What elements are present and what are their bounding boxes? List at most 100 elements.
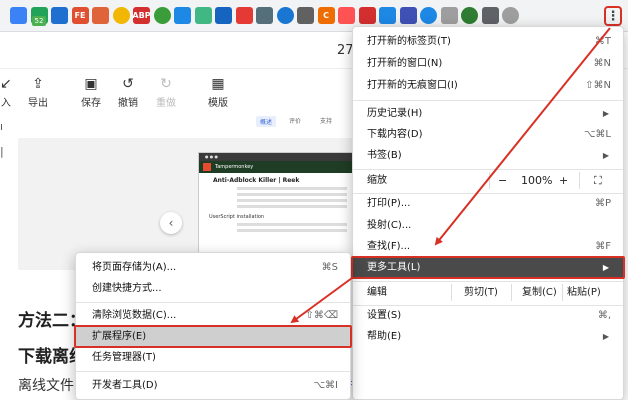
submenu-arrow-icon: ▶ [602,151,609,160]
menu-shortcut: ⇧⌘N [585,80,611,91]
extension-badge: 52 [32,16,46,26]
copy-button[interactable]: 复制(C) [522,281,557,304]
mini-header: Tampermonkey [199,161,357,173]
menu-item-cast[interactable]: 投射(C)... [353,215,623,236]
import-icon: ↙ [0,76,12,92]
fe-extension-icon[interactable]: FE [71,7,89,24]
puzzle-icon[interactable] [481,7,499,24]
submenu-item-save-page[interactable]: 将页面存储为(A)... ⌘S [76,257,350,278]
abp-extension-icon[interactable]: ABP [133,7,150,24]
article-paragraph: 离线文件 [18,378,74,394]
menu-item-label: 帮助(E) [367,331,402,342]
export-tool[interactable]: ⇪ 导出 [28,76,48,109]
embed-tab[interactable]: 支持 [320,116,332,125]
menu-item-label: 设置(S) [367,310,402,321]
embed-tab[interactable]: 评价 [289,116,301,125]
undo-tool[interactable]: ↺ 撤销 [118,76,138,109]
menu-item-new-window[interactable]: 打开新的窗口(N) ⌘N [353,53,623,74]
undo-icon: ↺ [122,76,134,92]
menu-divider [76,302,350,303]
menu-item-find[interactable]: 查找(F)... ⌘F [353,236,623,257]
menu-item-label: 打开新的无痕窗口(I) [367,80,458,91]
cube-extension-icon[interactable] [235,7,253,24]
edit-row: 编辑 剪切(T) 复制(C) 粘贴(P) [353,281,623,304]
mini-window-chrome: ● ● ● [199,153,357,161]
g-extension-icon[interactable] [174,7,191,24]
left-edge-mark: | [0,145,4,158]
redo-icon: ↻ [160,76,172,92]
menu-item-downloads[interactable]: 下载内容(D) ⌥⌘L [353,124,623,145]
submenu-item-extensions[interactable]: 扩展程序(E) [74,325,352,348]
compass-extension-icon[interactable] [112,7,130,24]
paste-button[interactable]: 粘贴(P) [567,281,601,304]
import-tool[interactable]: ↙ 入 [0,76,12,109]
fullscreen-icon[interactable]: ⛶ [594,169,602,192]
submenu-item-label: 将页面存储为(A)... [92,262,177,273]
mini-text-line [237,229,347,232]
download-extension-icon[interactable] [461,7,478,24]
save-icon: ▣ [84,76,98,92]
export-label: 导出 [28,98,48,109]
zoom-out-button[interactable]: − [498,169,507,192]
menu-item-incognito[interactable]: 打开新的无痕窗口(I) ⇧⌘N [353,75,623,96]
zoom-level: 100% [521,174,553,187]
annotation-highlight-box [74,325,352,348]
profile-icon[interactable] [502,7,519,24]
c-extension-icon[interactable]: C [317,7,335,24]
submenu-item-task-manager[interactable]: 任务管理器(T) [76,347,350,368]
menu-divider [353,100,623,101]
menu-item-history[interactable]: 历史记录(H) ▶ [353,103,623,124]
menu-item-more-tools[interactable]: 更多工具(L) ▶ [351,256,625,279]
redo-tool[interactable]: ↻ 重做 [156,76,176,109]
paw-extension-icon[interactable] [153,7,171,24]
embed-tab[interactable]: 概述 [256,116,277,127]
cut-button[interactable]: 剪切(T) [464,281,498,304]
submenu-item-clear-data[interactable]: 清除浏览数据(C)... ⇧⌘⌫ [76,305,350,326]
funnel-extension-icon[interactable] [10,7,27,24]
chrome-main-menu: 打开新的标签页(T) ⌘T 打开新的窗口(N) ⌘N 打开新的无痕窗口(I) ⇧⌘N … [351,26,625,400]
ppt-extension-icon[interactable] [92,7,109,24]
menu-shortcut: ⌘F [595,241,611,252]
chrome-menu-button[interactable]: ⋮ [604,6,622,26]
translate-extension-icon[interactable] [379,7,396,24]
submenu-arrow-icon: ▶ [602,332,609,341]
tampermonkey-logo-icon [203,163,211,171]
zoom-in-button[interactable]: + [559,169,568,192]
s-extension-icon[interactable] [51,7,68,24]
menu-item-settings[interactable]: 设置(S) ⌘, [353,305,623,326]
submenu-item-devtools[interactable]: 开发者工具(D) ⌥⌘I [76,375,350,396]
carousel-prev-button[interactable]: ‹ [160,212,182,234]
menu-item-help[interactable]: 帮助(E) ▶ [353,326,623,347]
menu-item-label: 历史记录(H) [367,108,423,119]
bracket-extension-icon[interactable] [297,7,314,24]
copy-extension-icon[interactable] [256,7,273,24]
menu-divider [76,371,350,372]
submenu-arrow-icon: ▶ [602,109,609,118]
upload-icon: ⇪ [32,76,44,92]
submenu-item-label: 任务管理器(T) [92,352,156,363]
menu-item-new-tab[interactable]: 打开新的标签页(T) ⌘T [353,31,623,52]
template-tool[interactable]: ▦ 模版 [208,76,228,109]
edit-label: 编辑 [367,287,387,298]
menu-item-bookmarks[interactable]: 书签(B) ▶ [353,145,623,166]
redo-label: 重做 [156,98,176,109]
submenu-item-create-shortcut[interactable]: 创建快捷方式... [76,278,350,299]
notes-extension-icon[interactable] [338,7,355,24]
swirl-extension-icon[interactable] [420,7,437,24]
mini-subtitle: UserScript installation [209,214,265,220]
menu-shortcut: ⌘P [594,198,611,209]
mini-text-line [237,187,347,190]
menu-shortcut: ⌥⌘I [313,380,338,391]
search-extension-icon[interactable] [358,7,376,24]
eye-extension-icon[interactable] [276,7,294,24]
menu-shortcut: ⌘T [594,36,611,47]
menu-item-print[interactable]: 打印(P)... ⌘P [353,193,623,214]
menu-shortcut: ⌘, [597,310,611,321]
menu-divider [489,172,490,189]
grid-extension-icon[interactable] [440,7,458,24]
vue-extension-icon[interactable] [194,7,212,24]
save-tool[interactable]: ▣ 保存 [81,76,101,109]
edit-extension-icon[interactable] [399,7,417,24]
y-extension-icon[interactable] [215,7,232,24]
menu-item-label: 书签(B) [367,150,402,161]
